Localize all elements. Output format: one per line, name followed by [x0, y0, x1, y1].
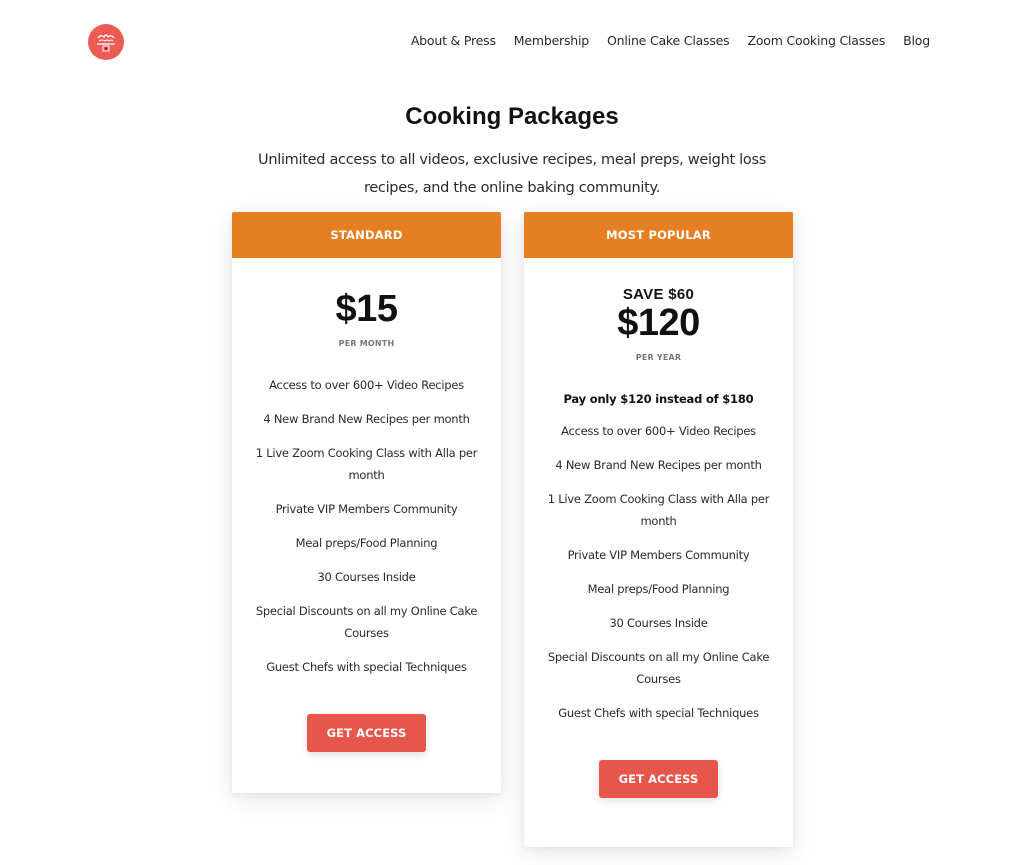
feature-list: Access to over 600+ Video Recipes 4 New … [232, 374, 501, 678]
plan-card-standard: STANDARD $15 PER MONTH Access to over 60… [232, 212, 501, 793]
save-label: SAVE $60 [622, 286, 695, 303]
nav-blog[interactable]: Blog [903, 33, 930, 48]
feature-item: 30 Courses Inside [609, 616, 708, 630]
get-access-button-popular[interactable]: GET ACCESS [599, 760, 718, 798]
cake-logo-icon [97, 34, 115, 52]
feature-item: Guest Chefs with special Techniques [266, 660, 467, 674]
feature-item: 30 Courses Inside [317, 570, 416, 584]
feature-item: 4 New Brand New Recipes per month [555, 458, 762, 472]
plan-period: PER MONTH [338, 339, 395, 348]
plan-header: MOST POPULAR [524, 212, 793, 258]
plan-header: STANDARD [232, 212, 501, 258]
plan-period: PER YEAR [635, 353, 682, 362]
site-logo[interactable] [88, 24, 124, 60]
feature-item: 1 Live Zoom Cooking Class with Alla per … [547, 492, 770, 528]
nav-zoom-cooking-classes[interactable]: Zoom Cooking Classes [747, 33, 885, 48]
feature-item: Private VIP Members Community [567, 548, 750, 562]
nav-online-cake-classes[interactable]: Online Cake Classes [607, 33, 730, 48]
feature-item: Meal preps/Food Planning [587, 582, 730, 596]
get-access-button-standard[interactable]: GET ACCESS [307, 714, 426, 752]
page-title: Cooking Packages [405, 103, 619, 130]
feature-item: Access to over 600+ Video Recipes [561, 424, 756, 438]
feature-item: Private VIP Members Community [275, 502, 458, 516]
feature-item: 4 New Brand New Recipes per month [263, 412, 470, 426]
main-nav: About & Press Membership Online Cake Cla… [393, 33, 930, 48]
page-subtitle: Unlimited access to all videos, exclusiv… [258, 152, 766, 196]
plan-card-most-popular: MOST POPULAR SAVE $60 $120 PER YEAR Pay … [524, 212, 793, 847]
feature-item: Special Discounts on all my Online Cake … [547, 650, 770, 686]
nav-membership[interactable]: Membership [514, 33, 589, 48]
nav-about-press[interactable]: About & Press [411, 33, 496, 48]
feature-item: Guest Chefs with special Techniques [558, 706, 759, 720]
feature-item: Special Discounts on all my Online Cake … [255, 604, 478, 640]
feature-item: 1 Live Zoom Cooking Class with Alla per … [255, 446, 478, 482]
feature-item: Meal preps/Food Planning [295, 536, 438, 550]
plan-highlight: Pay only $120 instead of $180 [563, 392, 754, 406]
feature-item: Access to over 600+ Video Recipes [269, 378, 464, 392]
feature-list: Access to over 600+ Video Recipes 4 New … [524, 420, 793, 724]
plan-price: $15 [335, 288, 398, 330]
plan-price: $120 [617, 302, 700, 344]
